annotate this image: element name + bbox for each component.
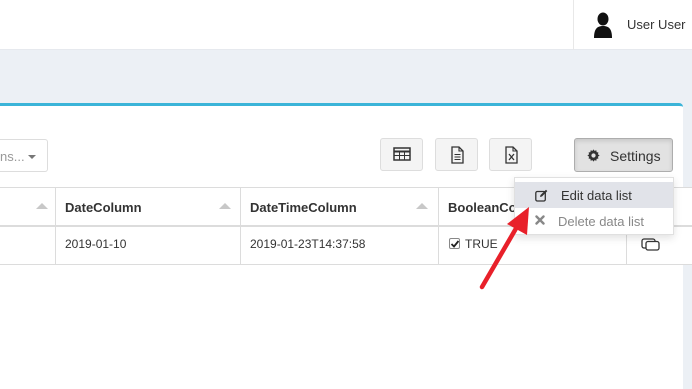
column-header-label: DateColumn	[65, 200, 142, 215]
column-header-hidden[interactable]	[0, 188, 56, 226]
user-name: User User	[627, 17, 686, 32]
column-header-date[interactable]: DateColumn	[56, 188, 241, 226]
settings-button-label: Settings	[610, 148, 661, 164]
edit-icon	[535, 189, 548, 202]
column-header-label: DateTimeColumn	[250, 200, 357, 215]
checkbox-checked-icon	[449, 238, 460, 249]
menu-item-label: Edit data list	[561, 188, 632, 203]
gear-icon	[587, 149, 600, 162]
sort-icon	[219, 203, 231, 209]
table-view-button[interactable]	[380, 138, 423, 171]
user-menu[interactable]: User User	[573, 0, 692, 50]
table-cell	[0, 227, 56, 264]
view-details-icon[interactable]	[641, 237, 661, 251]
settings-dropdown-menu: Edit data list Delete data list	[514, 177, 674, 235]
caret-down-icon	[28, 155, 36, 159]
table-cell-datetime: 2019-01-23T14:37:58	[241, 227, 439, 264]
table-view-icon	[393, 147, 411, 161]
columns-select-text: ns...	[0, 149, 25, 164]
table-cell-date: 2019-01-10	[56, 227, 241, 264]
annotation-arrow-icon	[479, 207, 529, 290]
document-export-button[interactable]	[435, 138, 478, 171]
menu-item-label: Delete data list	[558, 214, 644, 229]
close-icon	[535, 215, 545, 225]
settings-button[interactable]: Settings	[574, 138, 673, 172]
document-export-icon	[451, 146, 464, 164]
menu-item-edit-data-list[interactable]: Edit data list	[515, 182, 673, 208]
top-navbar: User User	[0, 0, 692, 50]
columns-select[interactable]: ns...	[0, 139, 48, 172]
sort-icon	[36, 203, 48, 209]
cell-text: 2019-01-10	[65, 237, 127, 251]
sort-icon	[416, 203, 428, 209]
excel-export-icon	[505, 146, 518, 164]
menu-item-delete-data-list[interactable]: Delete data list	[515, 208, 673, 234]
cell-text: 2019-01-23T14:37:58	[250, 237, 366, 251]
excel-export-button[interactable]	[489, 138, 532, 171]
user-silhouette-icon	[594, 12, 612, 38]
column-header-datetime[interactable]: DateTimeColumn	[241, 188, 439, 226]
